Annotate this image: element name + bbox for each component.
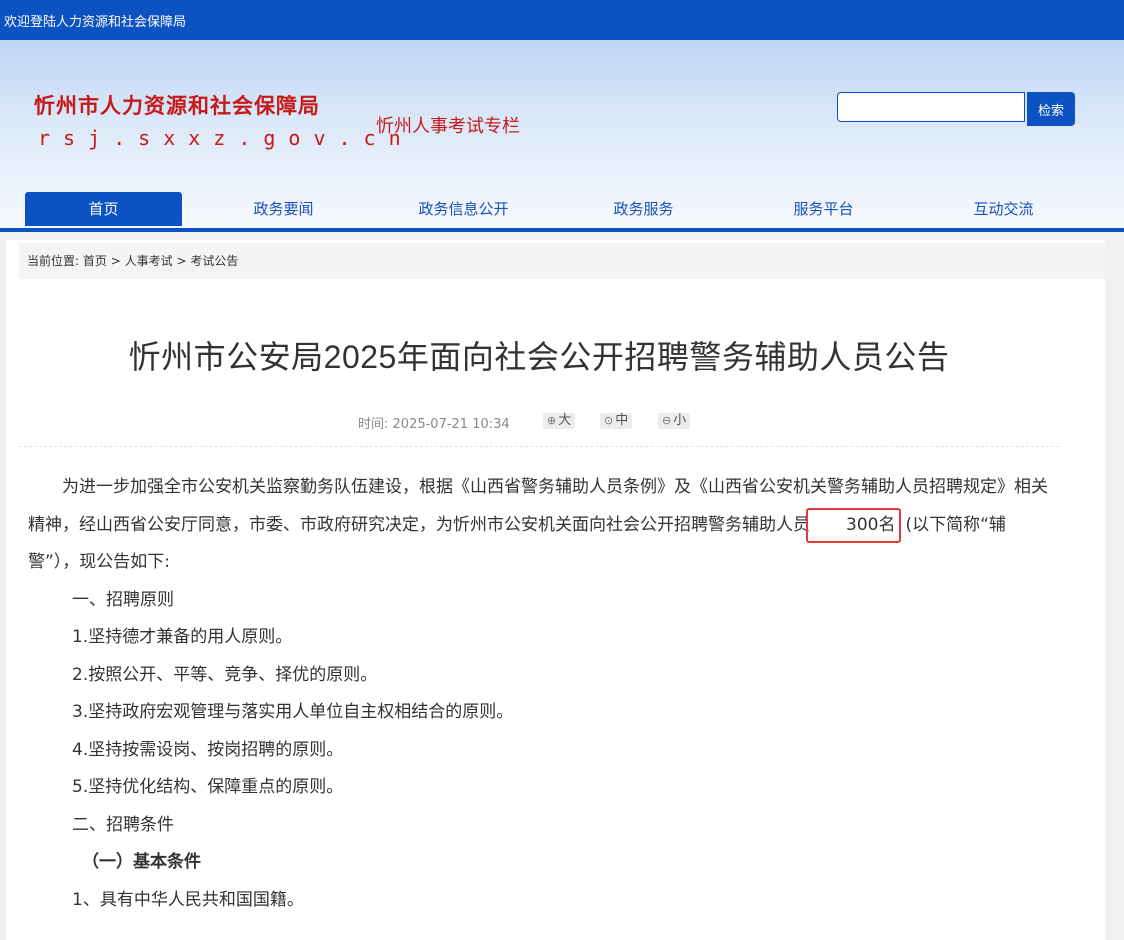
breadcrumb-item-home[interactable]: 首页 — [83, 254, 107, 268]
principle-item: 2.按照公开、平等、竞争、择优的原则。 — [72, 664, 378, 685]
breadcrumb: 当前位置: 首页 > 人事考试 > 考试公告 — [19, 243, 1105, 279]
principle-item: 4.坚持按需设岗、按岗招聘的原则。 — [72, 739, 344, 760]
font-size-large-label: 大 — [558, 413, 572, 428]
breadcrumb-item-exam[interactable]: 人事考试 — [125, 254, 173, 268]
nav-item-platform[interactable]: 服务平台 — [745, 192, 902, 226]
principle-item: 3.坚持政府宏观管理与落实用人单位自主权相结合的原则。 — [72, 702, 514, 722]
content-panel: 当前位置: 首页 > 人事考试 > 考试公告 忻州市公安局2025年面向社会公开… — [6, 240, 1105, 940]
nav-item-home[interactable]: 首页 — [25, 192, 182, 226]
zoom-out-icon: ⊖ — [662, 414, 672, 427]
subsection-heading: （一）基本条件 — [82, 852, 201, 872]
column-title: 忻州人事考试专栏 — [376, 116, 520, 137]
time-label: 时间: — [358, 417, 389, 432]
principle-item: 1.坚持德才兼备的用人原则。 — [72, 627, 293, 647]
breadcrumb-item-notice[interactable]: 考试公告 — [190, 254, 238, 268]
search-input[interactable] — [837, 92, 1025, 122]
article-body: 为进一步加强全市公安机关监察勤务队伍建设，根据《山西省警务辅助人员条例》及《山西… — [28, 469, 1048, 919]
font-size-medium-label: 中 — [615, 413, 629, 428]
breadcrumb-separator: > — [110, 254, 121, 268]
search-button[interactable]: 检索 — [1027, 92, 1075, 126]
section-heading-principles: 一、招聘原则 — [72, 589, 174, 610]
condition-item: 1、具有中华人民共和国国籍。 — [72, 889, 304, 910]
site-logo-name[interactable]: 忻州市人力资源和社会保障局 — [34, 90, 320, 120]
breadcrumb-separator: > — [176, 254, 187, 268]
intro-paragraph: 为进一步加强全市公安机关监察勤务队伍建设，根据《山西省警务辅助人员条例》及《山西… — [28, 469, 1048, 582]
font-size-medium-button[interactable]: ⊙ 中 — [600, 413, 633, 429]
reset-icon: ⊙ — [604, 414, 614, 427]
meta-divider — [19, 446, 1059, 447]
site-logo-domain[interactable]: rsj.sxxz.gov.cn — [38, 126, 414, 150]
main-nav: 首页 政务要闻 政务信息公开 政务服务 服务平台 互动交流 — [0, 192, 1124, 230]
breadcrumb-label: 当前位置: — [27, 254, 80, 268]
principle-item: 5.坚持优化结构、保障重点的原则。 — [72, 777, 344, 797]
zoom-in-icon: ⊕ — [547, 414, 557, 427]
nav-item-services[interactable]: 政务服务 — [565, 192, 722, 226]
nav-item-news[interactable]: 政务要闻 — [205, 192, 362, 226]
section-heading-conditions: 二、招聘条件 — [72, 814, 174, 835]
highlighted-quota: 300名 — [806, 507, 902, 543]
font-size-small-label: 小 — [673, 413, 687, 428]
font-size-large-button[interactable]: ⊕ 大 — [543, 413, 576, 429]
article-meta: 时间: 2025-07-21 10:34 — [358, 413, 510, 432]
font-size-small-button[interactable]: ⊖ 小 — [658, 413, 691, 429]
publish-time: 2025-07-21 10:34 — [392, 417, 510, 432]
nav-underline — [0, 228, 1124, 232]
article-title: 忻州市公安局2025年面向社会公开招聘警务辅助人员公告 — [128, 339, 950, 375]
nav-item-info-disclosure[interactable]: 政务信息公开 — [385, 192, 542, 226]
nav-item-interaction[interactable]: 互动交流 — [925, 192, 1082, 226]
top-bar: 欢迎登陆人力资源和社会保障局 — [0, 0, 1124, 40]
welcome-text: 欢迎登陆人力资源和社会保障局 — [4, 15, 187, 30]
